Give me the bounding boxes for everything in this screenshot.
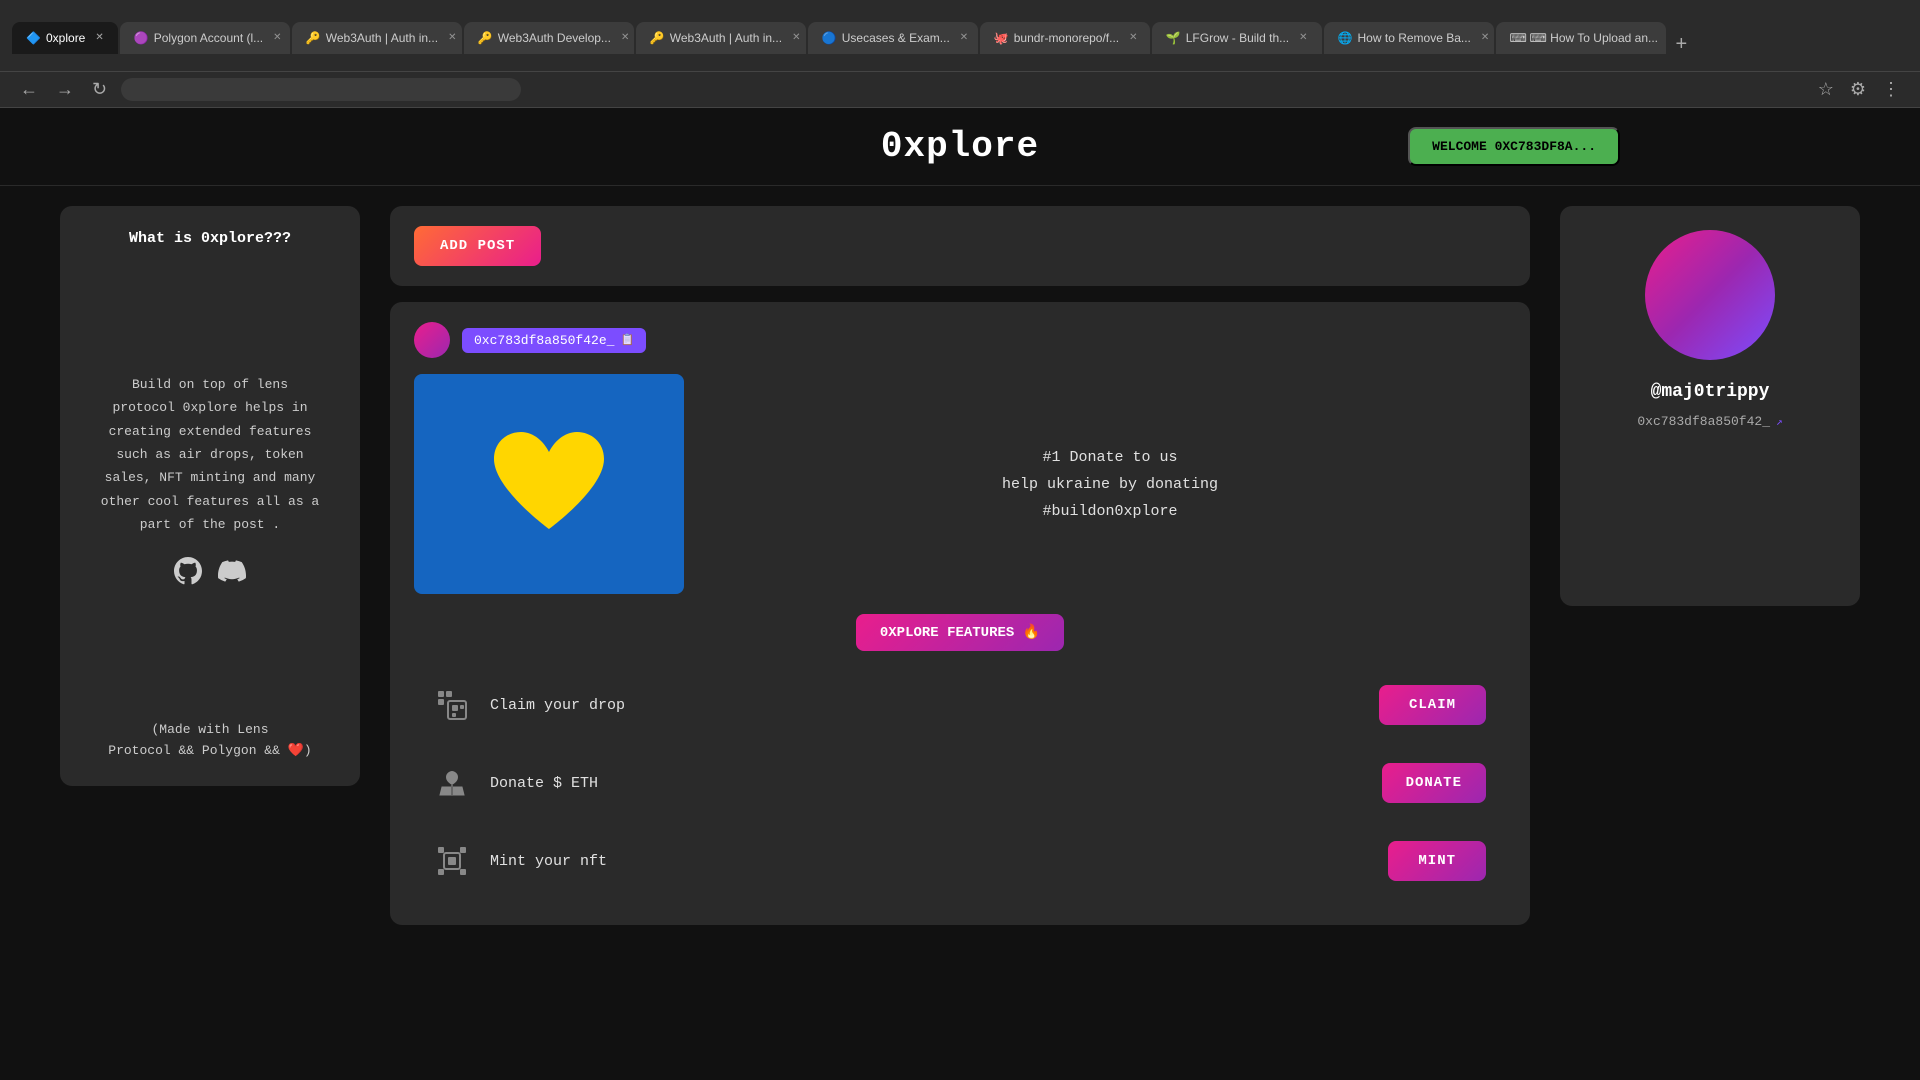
sidebar-social-icons: [80, 557, 340, 585]
mint-label: Mint your nft: [490, 853, 1368, 870]
welcome-badge[interactable]: WELCOME 0XC783DF8A...: [1408, 127, 1620, 166]
browser-chrome: 🔷 0xplore ✕ 🟣 Polygon Account (l... ✕ 🔑 …: [0, 0, 1920, 72]
airdrop-icon: [434, 687, 470, 723]
claim-button[interactable]: CLAIM: [1379, 685, 1486, 725]
tab-favicon-0xplore: 🔷: [26, 31, 40, 45]
donate-button[interactable]: DONATE: [1382, 763, 1486, 803]
tab-label: Web3Auth | Auth in...: [326, 31, 438, 45]
tab-label: 0xplore: [46, 31, 85, 45]
tab-label: Web3Auth Develop...: [498, 31, 611, 45]
profile-avatar: [1645, 230, 1775, 360]
tab-web3auth-2[interactable]: 🔑 Web3Auth | Auth in... ✕: [636, 22, 806, 54]
mint-button[interactable]: MINT: [1388, 841, 1486, 881]
main-layout: What is 0xplore??? Build on top of lensp…: [0, 186, 1920, 945]
tab-usecases[interactable]: 🔵 Usecases & Exam... ✕: [808, 22, 978, 54]
sidebar-title: What is 0xplore???: [80, 230, 340, 247]
tab-label: bundr-monorepo/f...: [1014, 31, 1119, 45]
discord-icon[interactable]: [218, 557, 246, 585]
tab-close[interactable]: ✕: [273, 32, 281, 43]
tab-close[interactable]: ✕: [448, 32, 456, 43]
nft-icon: [434, 843, 470, 879]
donate-label: Donate $ ETH: [490, 775, 1362, 792]
sidebar-footer: (Made with Lens Protocol && Polygon && ❤…: [80, 720, 340, 762]
profile-address: 0xc783df8a850f42_ ↗: [1637, 414, 1782, 429]
tab-label: Polygon Account (l...: [154, 31, 263, 45]
address-bar[interactable]: localhost:3000: [121, 78, 521, 101]
add-post-button[interactable]: ADD POST: [414, 226, 541, 266]
tab-label: ⌨ How To Upload an...: [1530, 31, 1659, 45]
features-badge: 0XPLORE FEATURES 🔥: [856, 614, 1064, 651]
tab-close[interactable]: ✕: [792, 32, 800, 43]
tab-bundr[interactable]: 🐙 bundr-monorepo/f... ✕: [980, 22, 1150, 54]
left-sidebar: What is 0xplore??? Build on top of lensp…: [60, 206, 360, 786]
claim-label: Claim your drop: [490, 697, 1359, 714]
tab-remove-ba[interactable]: 🌐 How to Remove Ba... ✕: [1324, 22, 1494, 54]
right-sidebar: @maj0trippy 0xc783df8a850f42_ ↗: [1560, 206, 1860, 606]
app-header: 0xplore WELCOME 0XC783DF8A...: [0, 108, 1920, 186]
tab-lfgrow[interactable]: 🌱 LFGrow - Build th... ✕: [1152, 22, 1322, 54]
post-author-row: 0xc783df8a850f42e_ 📋: [414, 322, 1506, 358]
tab-0xplore[interactable]: 🔷 0xplore ✕: [12, 22, 118, 54]
tab-label: Usecases & Exam...: [842, 31, 950, 45]
tab-web3auth-1[interactable]: 🔑 Web3Auth | Auth in... ✕: [292, 22, 462, 54]
heart-emoji: ❤️: [288, 743, 304, 758]
center-feed: ADD POST 0xc783df8a850f42e_ 📋: [390, 206, 1530, 925]
post-text-section: #1 Donate to us help ukraine by donating…: [714, 374, 1506, 594]
tab-label: Web3Auth | Auth in...: [670, 31, 782, 45]
heart-image: [484, 424, 614, 544]
github-icon[interactable]: [174, 557, 202, 585]
forward-button[interactable]: →: [52, 79, 78, 100]
feature-row-donate: Donate $ ETH DONATE: [414, 749, 1506, 817]
add-post-card: ADD POST: [390, 206, 1530, 286]
features-section: 0XPLORE FEATURES 🔥: [414, 614, 1506, 895]
external-link-icon[interactable]: ↗: [1776, 415, 1783, 429]
tab-bar: 🔷 0xplore ✕ 🟣 Polygon Account (l... ✕ 🔑 …: [12, 18, 1695, 54]
feature-row-mint: Mint your nft MINT: [414, 827, 1506, 895]
feature-row-claim: Claim your drop CLAIM: [414, 671, 1506, 739]
profile-handle: @maj0trippy: [1651, 382, 1770, 402]
tab-upload[interactable]: ⌨ ⌨ How To Upload an... ✕: [1496, 22, 1666, 54]
tab-close[interactable]: ✕: [960, 32, 968, 43]
tab-label: How to Remove Ba...: [1358, 31, 1471, 45]
profile-address-text: 0xc783df8a850f42_: [1637, 414, 1770, 429]
back-button[interactable]: ←: [16, 79, 42, 100]
donate-icon: [434, 765, 470, 801]
bookmark-button[interactable]: ☆: [1814, 79, 1838, 100]
post-image: [414, 374, 684, 594]
author-address[interactable]: 0xc783df8a850f42e_ 📋: [462, 328, 646, 353]
new-tab-button[interactable]: +: [1668, 34, 1696, 54]
tab-web3auth-dev[interactable]: 🔑 Web3Auth Develop... ✕: [464, 22, 634, 54]
sidebar-description: Build on top of lensprotocol 0xplore hel…: [80, 373, 340, 537]
app-title: 0xplore: [881, 126, 1039, 167]
author-address-text: 0xc783df8a850f42e_: [474, 333, 614, 348]
tab-label: LFGrow - Build th...: [1186, 31, 1289, 45]
tab-close[interactable]: ✕: [95, 32, 103, 43]
tab-close[interactable]: ✕: [621, 32, 629, 43]
menu-button[interactable]: ⋮: [1878, 79, 1904, 100]
tab-close[interactable]: ✕: [1299, 32, 1307, 43]
extensions-button[interactable]: ⚙: [1846, 79, 1870, 100]
copy-icon[interactable]: 📋: [620, 333, 634, 347]
post-card: 0xc783df8a850f42e_ 📋 #1 Donate to us hel…: [390, 302, 1530, 925]
author-avatar: [414, 322, 450, 358]
tab-close[interactable]: ✕: [1129, 32, 1137, 43]
tab-polygon[interactable]: 🟣 Polygon Account (l... ✕: [120, 22, 290, 54]
post-content: #1 Donate to us help ukraine by donating…: [414, 374, 1506, 594]
tab-close[interactable]: ✕: [1481, 32, 1489, 43]
profile-card: @maj0trippy 0xc783df8a850f42_ ↗: [1560, 206, 1860, 606]
post-text: #1 Donate to us help ukraine by donating…: [714, 444, 1506, 525]
reload-button[interactable]: ↻: [88, 79, 111, 100]
